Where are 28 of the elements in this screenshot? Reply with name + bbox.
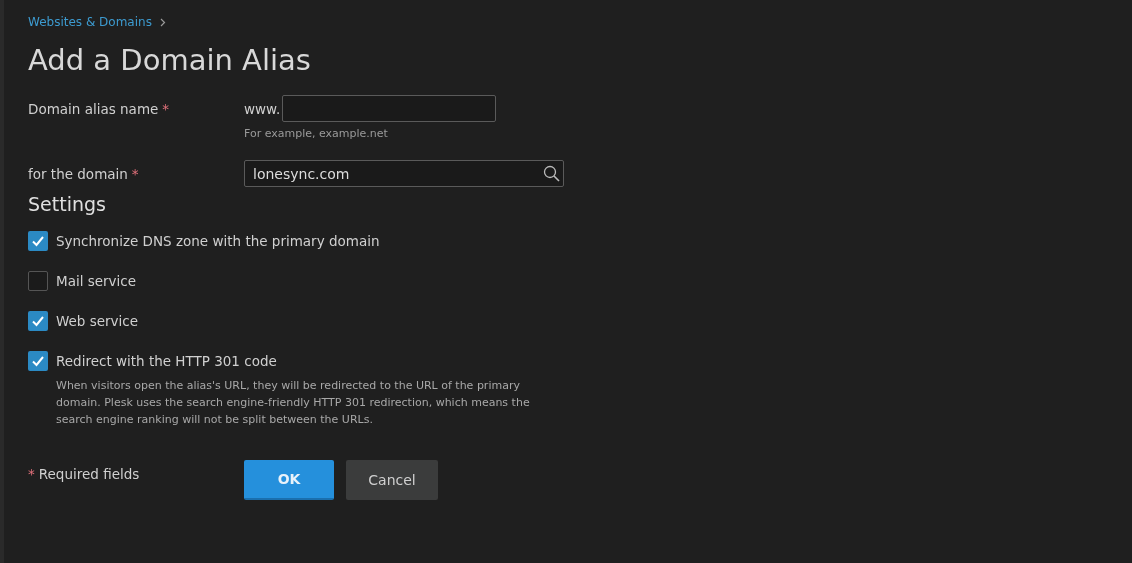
checkbox-label: Web service bbox=[56, 313, 139, 329]
checkbox[interactable] bbox=[28, 271, 48, 291]
checkbox-label: Synchronize DNS zone with the primary domain bbox=[56, 233, 380, 249]
required-mark: * bbox=[131, 166, 139, 182]
checkbox-label: Redirect with the HTTP 301 code bbox=[56, 353, 277, 369]
field-label: Domain alias name bbox=[28, 101, 159, 117]
checkbox[interactable] bbox=[28, 311, 48, 331]
search-icon bbox=[543, 165, 560, 182]
option-description: When visitors open the alias's URL, they will be redirected to the URL of the primary domain. Plesk uses the search engine-friendly HTTP 301 redirection, which means the search engine ranking will not be split between the URLs. bbox=[56, 378, 531, 428]
prefix-label: www. bbox=[244, 100, 281, 117]
checkbox[interactable] bbox=[28, 231, 48, 251]
required-mark: * bbox=[28, 466, 35, 484]
input-field[interactable] bbox=[282, 95, 497, 122]
checkmark-icon bbox=[31, 355, 45, 367]
cancel-button[interactable]: Cancel bbox=[346, 460, 438, 500]
hint-text: For example, example.net bbox=[244, 127, 389, 140]
required-note: Required fields bbox=[38, 466, 140, 484]
checkmark-icon bbox=[31, 235, 45, 247]
field-label: for the domain bbox=[28, 166, 128, 182]
page-title: Add a Domain Alias bbox=[28, 43, 312, 79]
chevron-icon bbox=[159, 17, 166, 27]
checkbox-label: Mail service bbox=[56, 273, 137, 289]
search-field[interactable]: lonesync.com bbox=[244, 160, 564, 187]
section-heading: Settings bbox=[28, 193, 107, 215]
checkbox[interactable] bbox=[28, 351, 48, 371]
checkmark-icon bbox=[31, 315, 45, 327]
required-mark: * bbox=[162, 101, 170, 117]
breadcrumb-link[interactable]: Websites & Domains bbox=[28, 15, 152, 29]
